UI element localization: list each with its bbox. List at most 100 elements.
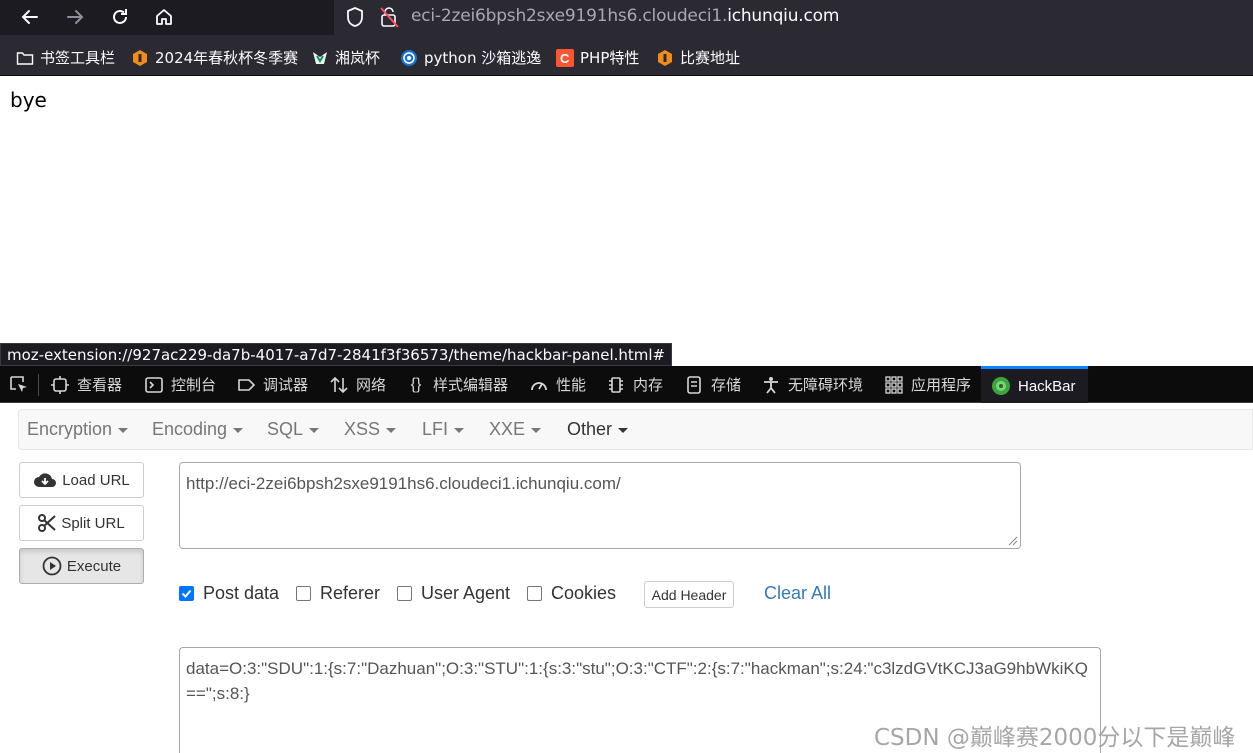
toolbar-divider [38, 374, 39, 396]
checkbox-box[interactable] [296, 586, 311, 601]
clear-all-link[interactable]: Clear All [764, 583, 831, 604]
inspector-icon [50, 375, 70, 395]
button-label: Load URL [62, 471, 130, 489]
bookmark-label: 书签工具栏 [40, 49, 116, 67]
resize-grip-icon[interactable] [1006, 534, 1018, 546]
menu-encoding[interactable]: Encoding [152, 419, 244, 440]
bookmark-contest-address[interactable]: 比赛地址 [656, 47, 740, 68]
post-data-value: data=O:3:"SDU":1:{s:7:"Dazhuan";O:3:"STU… [186, 659, 1088, 703]
debugger-icon [236, 375, 256, 395]
menu-encryption[interactable]: Encryption [27, 419, 129, 440]
url-domain: ichunqiu.com [727, 6, 840, 26]
storage-icon [684, 375, 704, 395]
tab-label: 控制台 [171, 377, 217, 394]
globe-icon [401, 49, 417, 66]
referer-checkbox[interactable]: Referer [296, 583, 380, 604]
tab-debugger[interactable]: 调试器 [236, 366, 308, 403]
home-button[interactable] [149, 3, 179, 31]
load-url-button[interactable]: Load URL [19, 462, 144, 498]
tab-label: 存储 [711, 377, 742, 394]
forward-button[interactable] [60, 3, 90, 31]
status-link-overlay: moz-extension://927ac229-da7b-4017-a7d7-… [0, 343, 673, 366]
menu-label: LFI [422, 419, 449, 439]
tab-label: 无障碍环境 [788, 377, 864, 394]
back-button[interactable] [15, 3, 45, 31]
bookmark-php-features[interactable]: C PHP特性 [556, 47, 639, 68]
execute-button[interactable]: Execute [19, 548, 144, 584]
reload-button[interactable] [105, 3, 135, 31]
button-label: Execute [66, 557, 122, 575]
user-agent-checkbox[interactable]: User Agent [397, 583, 510, 604]
tab-label: HackBar [1018, 377, 1076, 395]
menu-label: XXE [489, 419, 526, 439]
menu-label: SQL [267, 419, 304, 439]
hackbar-menu-bar: Encryption Encoding SQL XSS LFI XXE Othe… [18, 409, 1253, 450]
bookmark-xianglan-cup[interactable]: 湘岚杯 [311, 47, 380, 68]
xianglan-icon [313, 51, 327, 64]
menu-label: Other [567, 419, 613, 439]
accessibility-icon [761, 375, 781, 395]
bookmark-label: 比赛地址 [680, 49, 741, 67]
caret-down-icon [309, 427, 320, 433]
tab-performance[interactable]: 性能 [529, 366, 586, 403]
url-textarea[interactable]: http://eci-2zei6bpsh2sxe9191hs6.cloudeci… [179, 462, 1021, 549]
tab-label: 网络 [356, 377, 387, 394]
bookmark-label: 2024年春秋杯冬季赛 [155, 49, 299, 67]
home-icon [156, 9, 172, 25]
menu-label: Encoding [152, 419, 228, 439]
checkbox-box[interactable] [527, 586, 542, 601]
csdn-icon: C [556, 48, 574, 67]
tab-style-editor[interactable]: {} 样式编辑器 [406, 366, 508, 403]
menu-other[interactable]: Other [567, 419, 629, 440]
tab-label: 查看器 [77, 377, 123, 394]
bookmarks-bar: 书签工具栏 2024年春秋杯冬季赛 湘岚杯 python 沙箱逃逸 C PHP特… [0, 35, 1253, 76]
tab-storage[interactable]: 存储 [684, 366, 741, 403]
caret-down-icon [531, 427, 542, 433]
bookmark-label: 湘岚杯 [335, 49, 381, 67]
bookmark-toolbar-folder[interactable]: 书签工具栏 [16, 47, 115, 68]
checkbox-label: Cookies [551, 583, 617, 603]
bookmark-label: PHP特性 [580, 49, 640, 67]
split-url-button[interactable]: Split URL [19, 505, 144, 541]
post-data-checkbox[interactable]: Post data [179, 583, 279, 604]
element-picker-button[interactable] [8, 366, 30, 403]
tab-network[interactable]: 网络 [329, 366, 386, 403]
checkbox-box[interactable] [397, 586, 412, 601]
tab-hackbar[interactable]: HackBar [981, 366, 1088, 403]
bookmark-python-sandbox[interactable]: python 沙箱逃逸 [400, 47, 541, 68]
caret-down-icon [618, 427, 629, 433]
tab-console[interactable]: 控制台 [144, 366, 216, 403]
checkmark-icon[interactable] [179, 586, 194, 601]
element-picker-icon [10, 375, 27, 392]
caret-down-icon [118, 427, 129, 433]
devtools-tab-bar: 查看器 控制台 调试器 网络 {} 样式编辑器 性能 内存 存储 无障碍环境 应… [0, 366, 1253, 403]
menu-lfi[interactable]: LFI [422, 419, 465, 440]
play-circle-icon [42, 556, 62, 576]
menu-label: Encryption [27, 419, 113, 439]
menu-sql[interactable]: SQL [267, 419, 320, 440]
insecure-lock-icon[interactable] [378, 5, 400, 29]
hackbar-icon [991, 376, 1011, 396]
tab-memory[interactable]: 内存 [606, 366, 663, 403]
watermark-text: CSDN @巅峰赛2000分以下是巅峰 [874, 725, 1236, 751]
url-bar[interactable]: eci-2zei6bpsh2sxe9191hs6.cloudeci1.ichun… [334, 0, 1253, 35]
tab-label: 调试器 [263, 377, 309, 394]
menu-xss[interactable]: XSS [344, 419, 397, 440]
shield-icon[interactable] [344, 6, 366, 28]
tab-inspector[interactable]: 查看器 [50, 366, 122, 403]
menu-xxe[interactable]: XXE [489, 419, 542, 440]
url-value: http://eci-2zei6bpsh2sxe9191hs6.cloudeci… [186, 474, 621, 493]
performance-icon [529, 375, 549, 395]
tab-application[interactable]: 应用程序 [884, 366, 971, 403]
tab-accessibility[interactable]: 无障碍环境 [761, 366, 863, 403]
url-text[interactable]: eci-2zei6bpsh2sxe9191hs6.cloudeci1.ichun… [411, 6, 839, 26]
page-body-text: bye [10, 88, 47, 112]
folder-icon [16, 51, 34, 65]
bookmark-label: python 沙箱逃逸 [424, 49, 542, 67]
cookies-checkbox[interactable]: Cookies [527, 583, 616, 604]
forward-arrow-icon [67, 10, 84, 24]
add-header-button[interactable]: Add Header [644, 581, 734, 608]
caret-down-icon [386, 427, 397, 433]
bookmark-2024-winter-cup[interactable]: 2024年春秋杯冬季赛 [131, 47, 298, 68]
tab-label: 性能 [556, 377, 587, 394]
